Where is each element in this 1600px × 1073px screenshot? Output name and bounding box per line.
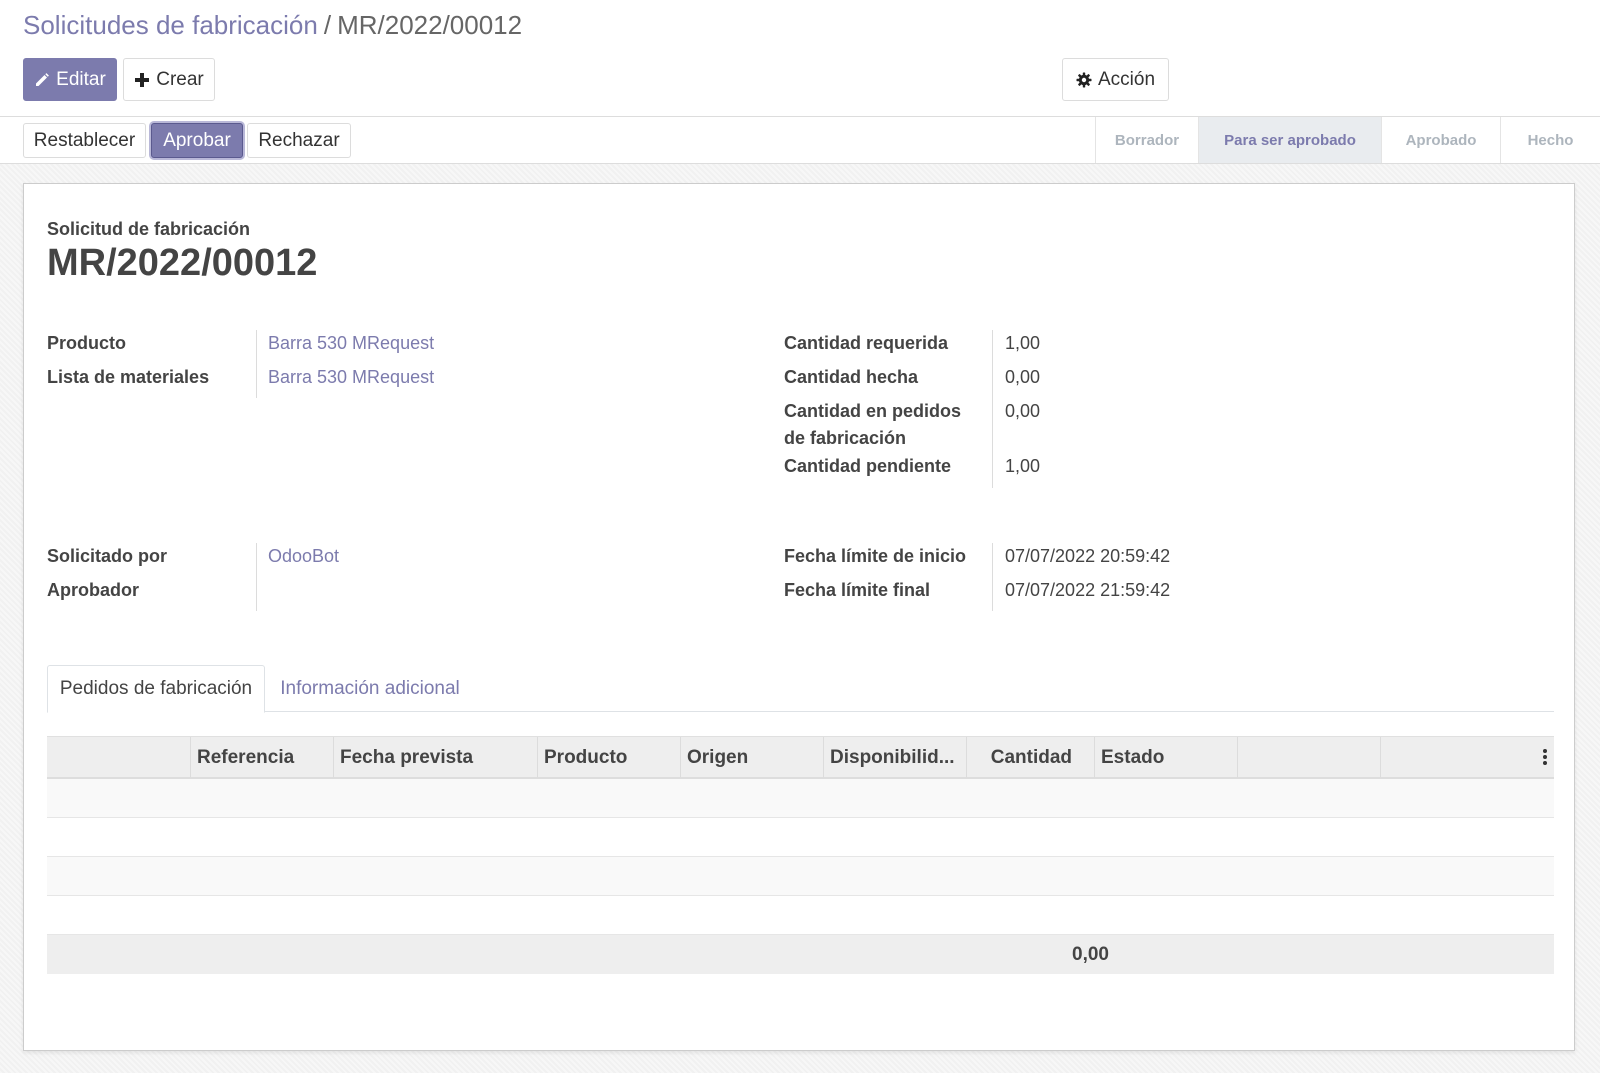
qty-in-mo-label-line1: Cantidad en pedidos (784, 401, 962, 421)
field-divider (992, 543, 993, 611)
create-button-label: Crear (156, 68, 204, 90)
action-button-label: Acción (1097, 68, 1156, 90)
requested-by-label: Solicitado por (47, 546, 168, 566)
field-divider (256, 330, 257, 398)
manufacturing-orders-table: Referencia Fecha prevista Producto Orige… (47, 736, 1554, 974)
breadcrumb-current: MR/2022/00012 (337, 10, 523, 40)
breadcrumb: Solicitudes de fabricación / MR/2022/00012 (23, 10, 522, 41)
approver-label: Aprobador (47, 580, 139, 600)
kebab-menu-icon[interactable] (1542, 747, 1548, 767)
column-header-availability[interactable]: Disponibilid... (823, 737, 966, 778)
status-stages: Borrador Para ser aprobado Aprobado Hech… (1095, 117, 1600, 163)
qty-done-label: Cantidad hecha (784, 367, 919, 387)
control-panel: Solicitudes de fabricación / MR/2022/00012… (0, 0, 1600, 117)
qty-in-mo-value: 0,00 (1005, 401, 1041, 421)
reject-button[interactable]: Rechazar (247, 123, 351, 158)
column-header-reference[interactable]: Referencia (190, 737, 333, 778)
quantity-total: 0,00 (1072, 943, 1109, 965)
qty-in-mo-label-line2: de fabricación (784, 428, 907, 448)
table-row (47, 896, 1554, 935)
form-sheet: Solicitud de fabricación MR/2022/00012 P… (23, 183, 1575, 1051)
column-header-product[interactable]: Producto (537, 737, 680, 778)
notebook-tabs: Pedidos de fabricación Información adici… (47, 665, 1554, 713)
stage-to-approve[interactable]: Para ser aprobado (1198, 117, 1381, 163)
date-end-value: 07/07/2022 21:59:42 (1005, 580, 1171, 600)
table-row (47, 818, 1554, 857)
field-divider (992, 330, 993, 488)
edit-button-label: Editar (56, 68, 106, 90)
column-header-scheduled-date[interactable]: Fecha prevista (333, 737, 537, 778)
record-type-label: Solicitud de fabricación (47, 219, 251, 239)
qty-pending-value: 1,00 (1005, 456, 1041, 476)
create-button[interactable]: Crear (123, 58, 215, 101)
pencil-icon (36, 72, 50, 86)
stage-draft[interactable]: Borrador (1095, 117, 1198, 163)
table-row (47, 857, 1554, 896)
stage-approved[interactable]: Aprobado (1381, 117, 1500, 163)
breadcrumb-parent-link[interactable]: Solicitudes de fabricación (23, 10, 318, 40)
column-header-quantity[interactable]: Cantidad (966, 737, 1094, 778)
edit-button[interactable]: Editar (23, 58, 117, 101)
qty-pending-label: Cantidad pendiente (784, 456, 952, 476)
record-title: MR/2022/00012 (47, 242, 318, 284)
gear-icon (1076, 72, 1092, 87)
table-footer: 0,00 (47, 935, 1554, 974)
breadcrumb-separator: / (323, 10, 332, 40)
requested-by-field[interactable]: OdooBot (268, 543, 339, 570)
stage-done[interactable]: Hecho (1500, 117, 1600, 163)
reset-button[interactable]: Restablecer (23, 123, 146, 158)
column-header-state[interactable]: Estado (1094, 737, 1237, 778)
approve-button[interactable]: Aprobar (151, 123, 243, 158)
date-start-value: 07/07/2022 20:59:42 (1005, 546, 1171, 566)
statusbar: Restablecer Aprobar Rechazar Borrador Pa… (0, 117, 1600, 164)
product-field[interactable]: Barra 530 MRequest (268, 330, 434, 357)
tab-additional-info[interactable]: Información adicional (265, 665, 475, 712)
qty-required-value: 1,00 (1005, 333, 1041, 353)
tab-manufacturing-orders[interactable]: Pedidos de fabricación (47, 665, 265, 713)
column-header-empty (1237, 737, 1380, 778)
qty-required-label: Cantidad requerida (784, 333, 949, 353)
field-divider (256, 543, 257, 611)
product-label: Producto (47, 333, 126, 353)
column-header-optional (1380, 737, 1554, 778)
table-header: Referencia Fecha prevista Producto Orige… (47, 736, 1554, 779)
date-start-label: Fecha límite de inicio (784, 546, 967, 566)
plus-icon (135, 72, 150, 87)
action-dropdown-button[interactable]: Acción (1062, 58, 1169, 101)
table-row (47, 779, 1554, 818)
bom-label: Lista de materiales (47, 367, 210, 387)
qty-done-value: 0,00 (1005, 367, 1041, 387)
date-end-label: Fecha límite final (784, 580, 931, 600)
column-header-origin[interactable]: Origen (680, 737, 823, 778)
bom-field[interactable]: Barra 530 MRequest (268, 364, 434, 391)
